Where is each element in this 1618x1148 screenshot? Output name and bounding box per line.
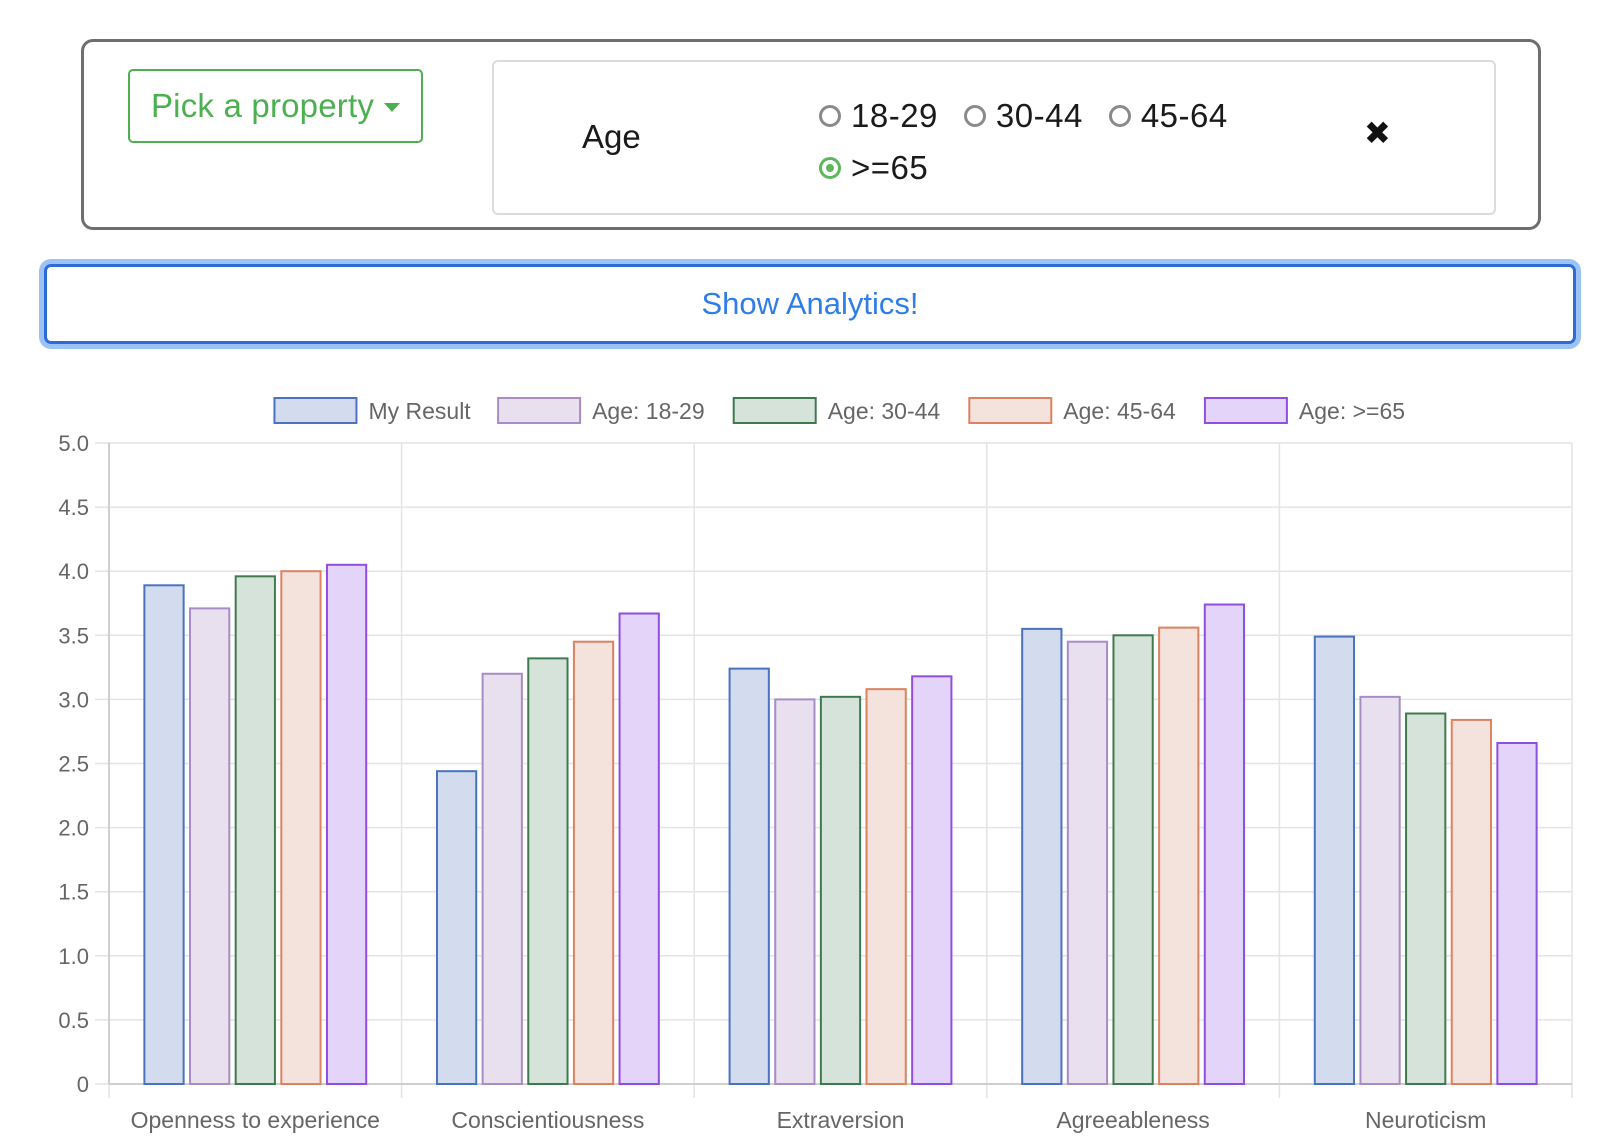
bar xyxy=(189,607,231,1086)
bar xyxy=(1066,640,1109,1085)
legend-label: Age: 30-44 xyxy=(828,398,941,424)
age-radio-group: 18-29 30-44 45-64 >=65 xyxy=(819,90,1299,194)
bar xyxy=(1112,634,1154,1086)
radio-label-65-plus: >=65 xyxy=(851,149,929,186)
legend-swatch xyxy=(968,397,1053,424)
close-icon[interactable]: ✖ xyxy=(1364,114,1391,152)
pick-property-label: Pick a property xyxy=(150,87,375,124)
x-tick-label: Agreeableness xyxy=(1056,1107,1209,1133)
radio-45-64[interactable] xyxy=(1108,105,1131,127)
bar xyxy=(1203,603,1246,1085)
radio-30-44[interactable] xyxy=(963,105,986,127)
radio-row-2: >=65 xyxy=(819,142,1299,194)
filter-panel: Pick a property Age 18-29 30-44 45-64 >=… xyxy=(81,39,1541,230)
bar xyxy=(572,640,615,1085)
radio-row-1: 18-29 30-44 45-64 xyxy=(819,90,1299,142)
bar xyxy=(819,695,862,1085)
bar xyxy=(527,657,569,1085)
y-tick-label: 0.5 xyxy=(58,1008,89,1033)
bar xyxy=(1313,635,1356,1085)
legend-label: My Result xyxy=(368,398,471,424)
legend-label: Age: >=65 xyxy=(1299,398,1405,424)
bar xyxy=(865,688,907,1085)
bar xyxy=(143,584,185,1085)
bar-chart: 0 0.5 1.0 1.5 2.0 2.5 3.0 3.5 4.0 4.5 5.0 Openness … xyxy=(58,397,1573,1133)
bar xyxy=(1405,712,1447,1085)
y-tick-label: 1.5 xyxy=(58,880,89,905)
caret-down-icon xyxy=(384,103,401,112)
x-tick-label: Extraversion xyxy=(777,1107,905,1133)
bar xyxy=(728,667,770,1085)
legend-swatch xyxy=(732,397,817,424)
property-label: Age xyxy=(582,118,641,155)
bar xyxy=(1359,695,1401,1085)
bar xyxy=(234,575,276,1085)
property-card: Age 18-29 30-44 45-64 >=65 ✖ xyxy=(492,60,1496,215)
bar xyxy=(774,698,816,1085)
radio-option-45-64[interactable]: 45-64 xyxy=(1108,97,1228,135)
radio-65-plus[interactable] xyxy=(819,157,841,179)
bar xyxy=(1496,741,1538,1085)
radio-option-30-44[interactable]: 30-44 xyxy=(963,97,1083,135)
legend-swatch xyxy=(273,397,358,424)
bar xyxy=(1450,718,1492,1085)
pick-property-dropdown[interactable]: Pick a property xyxy=(128,69,423,143)
y-tick-label: 4.5 xyxy=(58,495,89,520)
y-tick-label: 5.0 xyxy=(58,431,89,456)
bar xyxy=(435,770,478,1085)
bar xyxy=(911,675,953,1085)
y-tick-label: 4.0 xyxy=(58,559,89,584)
legend-label: Age: 18-29 xyxy=(592,398,705,424)
x-tick-label: Conscientiousness xyxy=(451,1107,644,1133)
y-tick-label: 3.5 xyxy=(58,623,89,648)
x-tick-label: Openness to experience xyxy=(131,1107,380,1133)
show-analytics-button[interactable]: Show Analytics! xyxy=(44,264,1576,344)
y-tick-label: 1.0 xyxy=(58,944,89,969)
bar xyxy=(481,672,523,1085)
radio-18-29[interactable] xyxy=(819,105,841,127)
radio-label-18-29: 18-29 xyxy=(851,97,938,134)
y-tick-label: 2.0 xyxy=(58,816,89,841)
radio-label-30-44: 30-44 xyxy=(995,97,1083,134)
legend-label: Age: 45-64 xyxy=(1063,398,1176,424)
y-tick-label: 0 xyxy=(77,1072,89,1097)
legend-swatch xyxy=(1203,397,1288,424)
x-tick-label: Neuroticism xyxy=(1365,1107,1486,1133)
radio-option-18-29[interactable]: 18-29 xyxy=(819,97,938,135)
bar xyxy=(1021,627,1063,1085)
radio-option-65-plus[interactable]: >=65 xyxy=(819,149,928,187)
bar xyxy=(325,563,368,1086)
bar xyxy=(618,612,660,1085)
y-tick-label: 2.5 xyxy=(58,752,89,777)
radio-label-45-64: 45-64 xyxy=(1140,97,1228,134)
bar xyxy=(1158,626,1200,1085)
bar xyxy=(280,570,322,1085)
legend-swatch xyxy=(497,397,582,424)
y-tick-label: 3.0 xyxy=(58,687,89,712)
